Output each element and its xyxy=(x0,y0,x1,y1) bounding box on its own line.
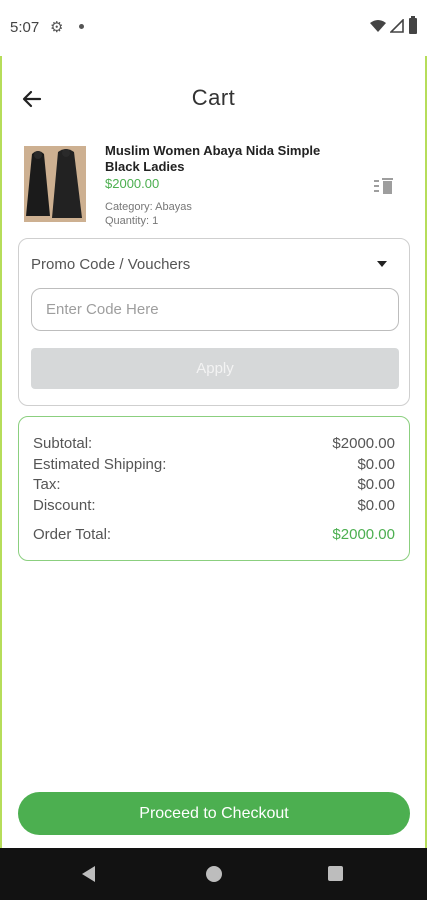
product-category: Category: Abayas xyxy=(105,201,192,213)
wifi-icon xyxy=(370,20,386,32)
shipping-label: Estimated Shipping: xyxy=(33,456,167,473)
promo-code-input[interactable] xyxy=(31,288,399,331)
discount-label: Discount: xyxy=(33,497,96,514)
order-summary-card: Subtotal: $2000.00 Estimated Shipping: $… xyxy=(18,416,410,561)
shipping-row: Estimated Shipping: $0.00 xyxy=(33,456,395,476)
product-name: Muslim Women Abaya Nida Simple Black Lad… xyxy=(105,143,321,174)
page-title: Cart xyxy=(191,85,236,110)
apply-button[interactable]: Apply xyxy=(31,348,399,389)
order-total-row: Order Total: $2000.00 xyxy=(33,526,395,546)
chevron-down-icon[interactable] xyxy=(377,261,387,267)
shipping-value: $0.00 xyxy=(357,456,395,473)
proceed-to-checkout-button[interactable]: Proceed to Checkout xyxy=(18,792,410,835)
promo-code-card: Promo Code / Vouchers Apply xyxy=(18,238,410,406)
category-value: Abayas xyxy=(155,201,192,213)
status-time: 5:07 xyxy=(10,19,40,36)
tax-label: Tax: xyxy=(33,476,61,493)
subtotal-value: $2000.00 xyxy=(332,435,395,452)
quantity-label: Quantity: xyxy=(105,215,150,227)
nav-home-icon[interactable] xyxy=(206,866,222,882)
signal-icon xyxy=(390,19,404,33)
app-bar: Cart xyxy=(0,70,427,126)
promo-header[interactable]: Promo Code / Vouchers xyxy=(31,256,190,273)
status-bar: 5:07 ⚙ xyxy=(0,0,427,56)
quantity-value: 1 xyxy=(152,215,159,227)
product-quantity: Quantity: 1 xyxy=(105,215,158,227)
product-image xyxy=(24,146,86,222)
notification-dot-icon xyxy=(79,24,84,29)
order-total-value: $2000.00 xyxy=(332,526,395,543)
product-price: $2000.00 xyxy=(105,176,160,191)
gear-icon: ⚙ xyxy=(50,19,64,36)
tax-row: Tax: $0.00 xyxy=(33,476,395,496)
system-nav-bar xyxy=(0,848,427,900)
nav-recents-icon[interactable] xyxy=(328,866,343,881)
battery-icon xyxy=(409,16,417,34)
tax-value: $0.00 xyxy=(357,476,395,493)
subtotal-label: Subtotal: xyxy=(33,435,93,452)
discount-row: Discount: $0.00 xyxy=(33,497,395,517)
order-total-label: Order Total: xyxy=(33,526,112,543)
discount-value: $0.00 xyxy=(357,497,395,514)
nav-back-icon[interactable] xyxy=(82,866,95,882)
trash-icon[interactable] xyxy=(374,176,396,196)
cart-item: Muslim Women Abaya Nida Simple Black Lad… xyxy=(24,143,404,231)
subtotal-row: Subtotal: $2000.00 xyxy=(33,435,395,455)
category-label: Category: xyxy=(105,201,153,213)
